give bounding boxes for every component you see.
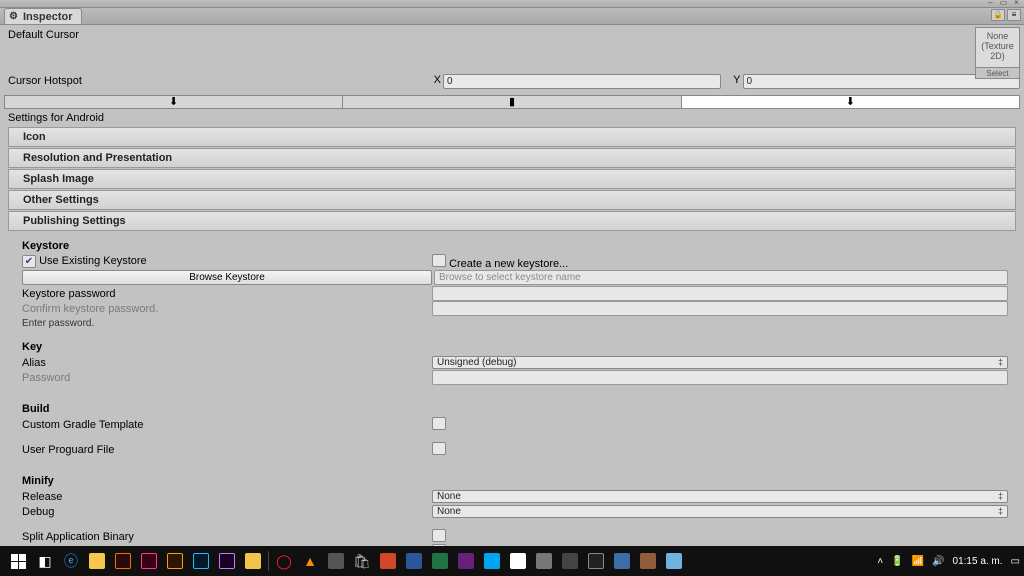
vs-icon[interactable] bbox=[453, 547, 479, 575]
premiere-icon[interactable] bbox=[214, 547, 240, 575]
keystore-password-label: Keystore password bbox=[22, 288, 432, 300]
unity-icon[interactable] bbox=[583, 547, 609, 575]
gradle-template-checkbox[interactable] bbox=[432, 417, 446, 430]
cursor-hotspot-label: Cursor Hotspot bbox=[4, 75, 429, 87]
minify-debug-label: Debug bbox=[22, 506, 432, 518]
close-icon[interactable]: × bbox=[1011, 0, 1022, 6]
section-resolution[interactable]: Resolution and Presentation bbox=[8, 148, 1016, 168]
checkbox-icon[interactable]: ✔ bbox=[22, 255, 36, 268]
edge-icon[interactable]: ⓔ bbox=[58, 547, 84, 575]
proguard-label: User Proguard File bbox=[22, 444, 432, 456]
app-icon[interactable] bbox=[557, 547, 583, 575]
platform-tab-ios[interactable]: ▮ bbox=[343, 96, 681, 108]
platform-tab-android[interactable]: ⬇ bbox=[682, 96, 1019, 108]
key-password-input[interactable] bbox=[432, 370, 1008, 385]
battery-icon[interactable]: 🔋 bbox=[891, 556, 903, 567]
lock-icon[interactable]: 🔒 bbox=[991, 9, 1005, 21]
context-menu-icon[interactable]: ≡ bbox=[1007, 9, 1021, 21]
restore-icon[interactable]: ▭ bbox=[998, 0, 1009, 6]
hotspot-y-label: Y bbox=[729, 74, 743, 89]
proguard-checkbox[interactable] bbox=[432, 442, 446, 455]
app-icon[interactable] bbox=[323, 547, 349, 575]
hotspot-x-input[interactable] bbox=[443, 74, 721, 89]
word-icon[interactable] bbox=[401, 547, 427, 575]
app-icon[interactable] bbox=[661, 547, 687, 575]
phone-icon: ▮ bbox=[509, 96, 515, 108]
indesign-icon[interactable] bbox=[136, 547, 162, 575]
tab-strip: ⚙ Inspector 🔒 ≡ bbox=[0, 8, 1024, 25]
default-cursor-row: Default Cursor bbox=[4, 27, 1020, 43]
platform-tabs: ⬇ ▮ ⬇ bbox=[4, 95, 1020, 109]
opera-icon[interactable]: ◯ bbox=[271, 547, 297, 575]
windows-logo-icon bbox=[11, 554, 26, 569]
cursor-hotspot-row: Cursor Hotspot X Y bbox=[4, 73, 1020, 89]
texture-select-button[interactable]: Select bbox=[976, 67, 1019, 78]
inspector-tab-label: Inspector bbox=[23, 11, 73, 23]
clock[interactable]: 01:15 a. m. bbox=[953, 556, 1003, 567]
texture-none-box[interactable]: None (Texture 2D) Select bbox=[975, 27, 1020, 79]
platform-tab-standalone[interactable]: ⬇ bbox=[5, 96, 343, 108]
app-icon[interactable] bbox=[609, 547, 635, 575]
section-other[interactable]: Other Settings bbox=[8, 190, 1016, 210]
chevron-up-icon[interactable]: ˄ bbox=[877, 556, 883, 567]
animate-icon[interactable] bbox=[110, 547, 136, 575]
download-icon: ⬇ bbox=[169, 96, 178, 108]
keystore-header: Keystore bbox=[22, 240, 1008, 252]
section-splash[interactable]: Splash Image bbox=[8, 169, 1016, 189]
store-icon[interactable]: 🛍 bbox=[349, 547, 375, 575]
inspector-tab[interactable]: ⚙ Inspector bbox=[4, 8, 82, 24]
checkbox-icon[interactable] bbox=[432, 254, 446, 267]
alias-label: Alias bbox=[22, 357, 432, 369]
wifi-icon[interactable]: 📶 bbox=[912, 556, 924, 567]
section-publishing[interactable]: Publishing Settings bbox=[8, 211, 1016, 231]
alias-dropdown[interactable]: Unsigned (debug) bbox=[432, 356, 1008, 369]
keystore-confirm-label: Confirm keystore password. bbox=[22, 303, 432, 315]
photoshop-icon[interactable] bbox=[188, 547, 214, 575]
keystore-confirm-input[interactable] bbox=[432, 301, 1008, 316]
excel-icon[interactable] bbox=[427, 547, 453, 575]
minify-header: Minify bbox=[22, 475, 1008, 487]
vlc-icon[interactable]: ▲ bbox=[297, 547, 323, 575]
split-binary-checkbox[interactable] bbox=[432, 529, 446, 542]
taskbar-separator bbox=[268, 551, 269, 571]
folder-icon[interactable] bbox=[240, 547, 266, 575]
hotspot-x-label: X bbox=[429, 74, 443, 89]
explorer-icon[interactable] bbox=[84, 547, 110, 575]
download-icon: ⬇ bbox=[846, 96, 855, 108]
illustrator-icon[interactable] bbox=[162, 547, 188, 575]
browse-keystore-button[interactable]: Browse Keystore bbox=[22, 270, 432, 285]
keystore-password-input[interactable] bbox=[432, 286, 1008, 301]
notifications-icon[interactable]: ▭ bbox=[1011, 556, 1020, 567]
powerpoint-icon[interactable] bbox=[375, 547, 401, 575]
key-password-label: Password bbox=[22, 372, 432, 384]
default-cursor-label: Default Cursor bbox=[4, 29, 434, 41]
app-icon[interactable] bbox=[479, 547, 505, 575]
minify-release-label: Release bbox=[22, 491, 432, 503]
enter-password-note: Enter password. bbox=[22, 318, 1008, 329]
taskview-icon[interactable]: ◧ bbox=[32, 547, 58, 575]
app-icon[interactable] bbox=[505, 547, 531, 575]
system-tray: ˄ 🔋 📶 🔊 01:15 a. m. ▭ bbox=[877, 546, 1020, 576]
window-titlebar: – ▭ × bbox=[0, 0, 1024, 8]
create-new-keystore[interactable]: Create a new keystore... bbox=[449, 258, 568, 270]
use-existing-keystore[interactable]: ✔ Use Existing Keystore bbox=[22, 255, 432, 268]
windows-taskbar: ◧ ⓔ ◯ ▲ 🛍 ˄ 🔋 📶 🔊 01:15 a. m. ▭ bbox=[0, 546, 1024, 576]
volume-icon[interactable]: 🔊 bbox=[932, 556, 944, 567]
min-icon[interactable]: – bbox=[985, 0, 996, 6]
start-button[interactable] bbox=[4, 547, 32, 575]
app-icon[interactable] bbox=[635, 547, 661, 575]
app-icon[interactable] bbox=[531, 547, 557, 575]
key-header: Key bbox=[22, 341, 1008, 353]
minify-debug-dropdown[interactable]: None bbox=[432, 505, 1008, 518]
settings-title: Settings for Android bbox=[4, 109, 1020, 127]
split-binary-label: Split Application Binary bbox=[22, 531, 432, 543]
keystore-path-input[interactable]: Browse to select keystore name bbox=[434, 270, 1008, 285]
gear-icon: ⚙ bbox=[9, 11, 20, 22]
section-icon[interactable]: Icon bbox=[8, 127, 1016, 147]
minify-release-dropdown[interactable]: None bbox=[432, 490, 1008, 503]
gradle-template-label: Custom Gradle Template bbox=[22, 419, 432, 431]
build-header: Build bbox=[22, 403, 1008, 415]
